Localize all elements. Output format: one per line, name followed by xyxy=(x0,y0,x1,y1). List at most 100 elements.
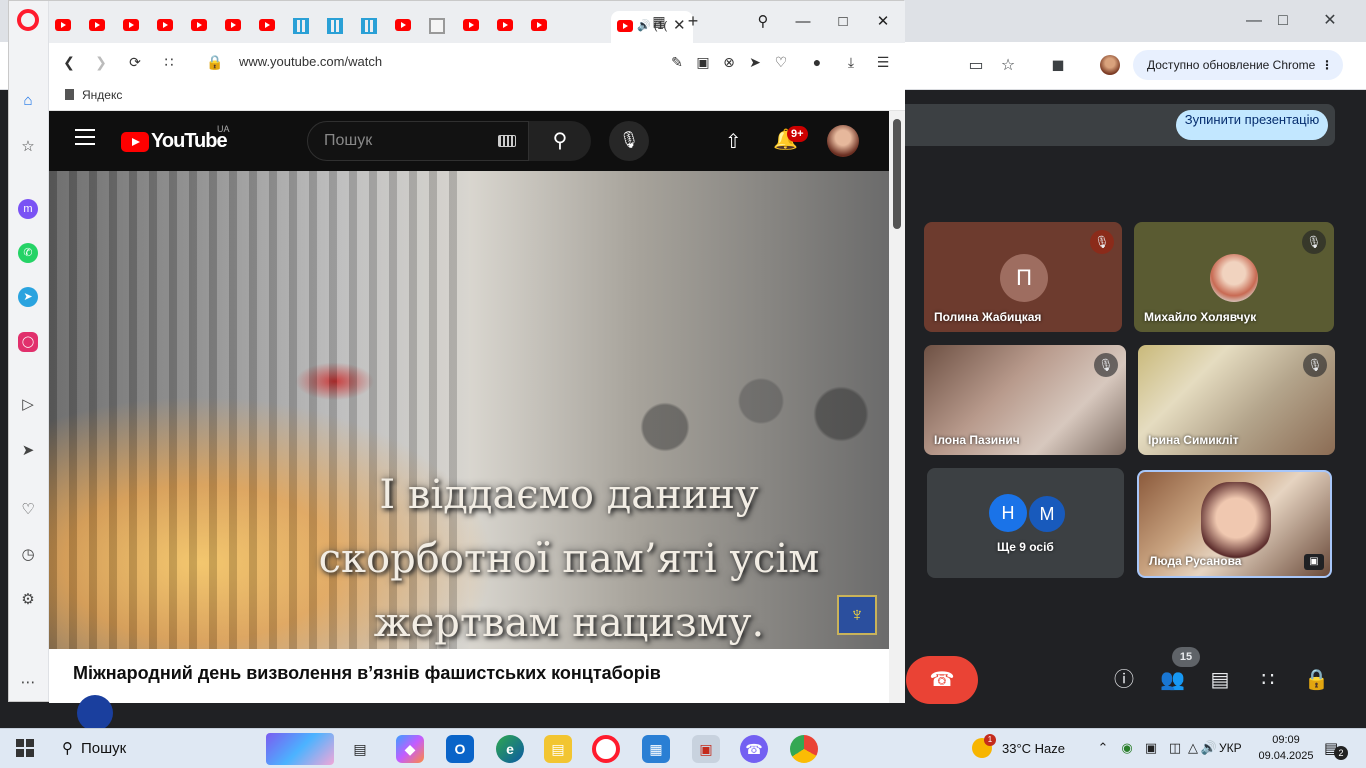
menu-icon[interactable] xyxy=(75,129,95,145)
weather-widget[interactable]: 1 33°C Haze xyxy=(972,734,1065,758)
opera-close-button[interactable]: ✕ xyxy=(871,11,895,33)
easy-setup-icon[interactable]: ☰ xyxy=(873,52,893,72)
file-explorer-icon[interactable]: ▤ xyxy=(544,735,572,763)
send-icon[interactable]: ➤ xyxy=(745,52,765,72)
participant-tile[interactable]: 🎙 Ірина Симикліт xyxy=(1138,345,1335,455)
app-tab-icon[interactable] xyxy=(361,18,377,34)
host-controls-icon[interactable]: 🔒 xyxy=(1304,668,1329,692)
chrome-close-button[interactable]: ✕ xyxy=(1318,10,1342,32)
outlook-icon[interactable]: O xyxy=(446,735,474,763)
youtube-tab-icon[interactable] xyxy=(89,19,105,31)
document-tab-icon[interactable] xyxy=(429,18,445,34)
opera-icon[interactable] xyxy=(592,735,620,763)
chevron-up-icon[interactable]: ⌃ xyxy=(1094,739,1112,757)
language-indicator[interactable]: УКР xyxy=(1219,741,1242,755)
search-button[interactable]: ⚲ xyxy=(529,121,591,161)
edge-icon[interactable]: e xyxy=(496,735,524,763)
youtube-tab-icon[interactable] xyxy=(123,19,139,31)
back-icon[interactable]: ❮ xyxy=(59,52,79,72)
volume-icon[interactable]: 🔊 xyxy=(1200,739,1218,757)
battery-icon[interactable]: ◫ xyxy=(1166,739,1184,757)
keyboard-icon[interactable] xyxy=(498,135,516,147)
speed-dial-icon[interactable]: ☆ xyxy=(16,135,40,159)
task-view-icon[interactable]: ▤ xyxy=(346,735,374,763)
store-icon[interactable]: ▦ xyxy=(642,735,670,763)
profile-icon[interactable]: ● xyxy=(807,52,827,72)
more-participants-tile[interactable]: Ще 9 осіб xyxy=(927,468,1124,578)
chrome-minimize-button[interactable]: — xyxy=(1242,10,1266,32)
app-tab-icon[interactable] xyxy=(327,18,343,34)
participant-tile[interactable]: П 🎙 Полина Жабицкая xyxy=(924,222,1122,332)
instagram-icon[interactable]: ◯ xyxy=(18,332,38,352)
bookmark-yandex[interactable]: Яндекс xyxy=(65,88,122,102)
favorites-icon[interactable]: ♡ xyxy=(16,498,40,522)
upload-icon[interactable]: ⇧ xyxy=(725,129,742,154)
end-call-button[interactable]: ☎ xyxy=(906,656,978,704)
picture-in-picture-icon[interactable]: ▣ xyxy=(1304,554,1324,570)
messenger-icon[interactable]: m xyxy=(18,199,38,219)
youtube-tab-icon[interactable] xyxy=(225,19,241,31)
chrome-maximize-button[interactable]: □ xyxy=(1271,10,1295,32)
chrome-menu-icon[interactable]: ⋮ xyxy=(1321,50,1333,80)
forward-icon[interactable]: ❯ xyxy=(91,52,111,72)
youtube-tab-icon[interactable] xyxy=(191,19,207,31)
video-player[interactable]: І віддаємо данину скорботної пам’яті усі… xyxy=(49,171,889,649)
search-input[interactable] xyxy=(324,132,484,150)
page-scrollbar[interactable] xyxy=(889,111,905,703)
chrome-profile-avatar[interactable] xyxy=(1100,55,1120,75)
download-icon[interactable]: ⤓ xyxy=(841,52,861,72)
heart-icon[interactable]: ♡ xyxy=(771,52,791,72)
tiles-icon[interactable]: ∷ xyxy=(159,52,179,72)
self-view-tile[interactable]: Люда Русанова ▣ xyxy=(1137,470,1332,578)
chat-icon[interactable]: ▤ xyxy=(1208,668,1232,692)
bookmark-star-icon[interactable]: ☆ xyxy=(996,54,1020,78)
opera-logo-icon[interactable] xyxy=(17,9,39,31)
app-tray-icon[interactable]: ◉ xyxy=(1118,739,1136,757)
app-tab-icon[interactable] xyxy=(293,18,309,34)
extensions-icon[interactable]: ◼ xyxy=(1046,54,1070,78)
settings-icon[interactable]: ⚙ xyxy=(16,588,40,612)
account-avatar[interactable] xyxy=(827,125,859,157)
scrollbar-thumb[interactable] xyxy=(893,119,901,229)
whatsapp-icon[interactable]: ✆ xyxy=(18,243,38,263)
youtube-tab-icon[interactable] xyxy=(157,19,173,31)
info-icon[interactable]: ⓘ xyxy=(1112,668,1136,692)
channel-avatar[interactable] xyxy=(77,695,113,731)
youtube-logo[interactable]: YouTube UA xyxy=(121,124,230,153)
opera-minimize-button[interactable]: — xyxy=(791,11,815,33)
opera-maximize-button[interactable]: □ xyxy=(831,11,855,33)
new-tab-icon[interactable]: + xyxy=(683,11,703,31)
reload-icon[interactable]: ⟳ xyxy=(125,52,145,72)
send-icon[interactable]: ➤ xyxy=(16,439,40,463)
history-icon[interactable]: ◷ xyxy=(16,543,40,567)
tab-overview-icon[interactable]: ▦ xyxy=(649,11,669,31)
participant-tile[interactable]: 🎙 Михайло Холявчук xyxy=(1134,222,1334,332)
adblock-icon[interactable]: ⊗ xyxy=(719,52,739,72)
edit-icon[interactable]: ✎ xyxy=(667,52,687,72)
url-text[interactable]: www.youtube.com/watch xyxy=(239,54,382,69)
more-icon[interactable]: ⋯ xyxy=(16,671,40,695)
viber-icon[interactable]: ☎ xyxy=(740,735,768,763)
participant-tile[interactable]: 🎙 Ілона Пазинич xyxy=(924,345,1126,455)
youtube-tab-icon[interactable] xyxy=(259,19,275,31)
copilot-icon[interactable]: ◆ xyxy=(396,735,424,763)
youtube-tab-icon[interactable] xyxy=(463,19,479,31)
voice-search-icon[interactable]: 🎙 xyxy=(609,121,649,161)
snapshot-icon[interactable]: ▣ xyxy=(693,52,713,72)
people-icon[interactable]: 👥 xyxy=(1160,668,1185,692)
apps-icon[interactable]: ∷ xyxy=(1256,668,1280,692)
chrome-icon[interactable] xyxy=(790,735,818,763)
youtube-tab-icon[interactable] xyxy=(55,19,71,31)
home-icon[interactable]: ⌂ xyxy=(16,89,40,113)
search-tabs-icon[interactable]: ⚲ xyxy=(751,11,775,33)
player-icon[interactable]: ▷ xyxy=(16,393,40,417)
chrome-update-button[interactable]: Доступно обновление Chrome ⋮ xyxy=(1133,50,1343,80)
camera-icon[interactable]: ▭ xyxy=(964,54,988,78)
telegram-icon[interactable]: ➤ xyxy=(18,287,38,307)
clock[interactable]: 09:09 09.04.2025 xyxy=(1256,732,1316,764)
phone-link-icon[interactable]: ▣ xyxy=(1142,739,1160,757)
remote-app-icon[interactable]: ▣ xyxy=(692,735,720,763)
youtube-tab-icon[interactable] xyxy=(395,19,411,31)
youtube-tab-icon[interactable] xyxy=(497,19,513,31)
taskbar-search[interactable]: ⚲ Пошук xyxy=(54,733,334,765)
